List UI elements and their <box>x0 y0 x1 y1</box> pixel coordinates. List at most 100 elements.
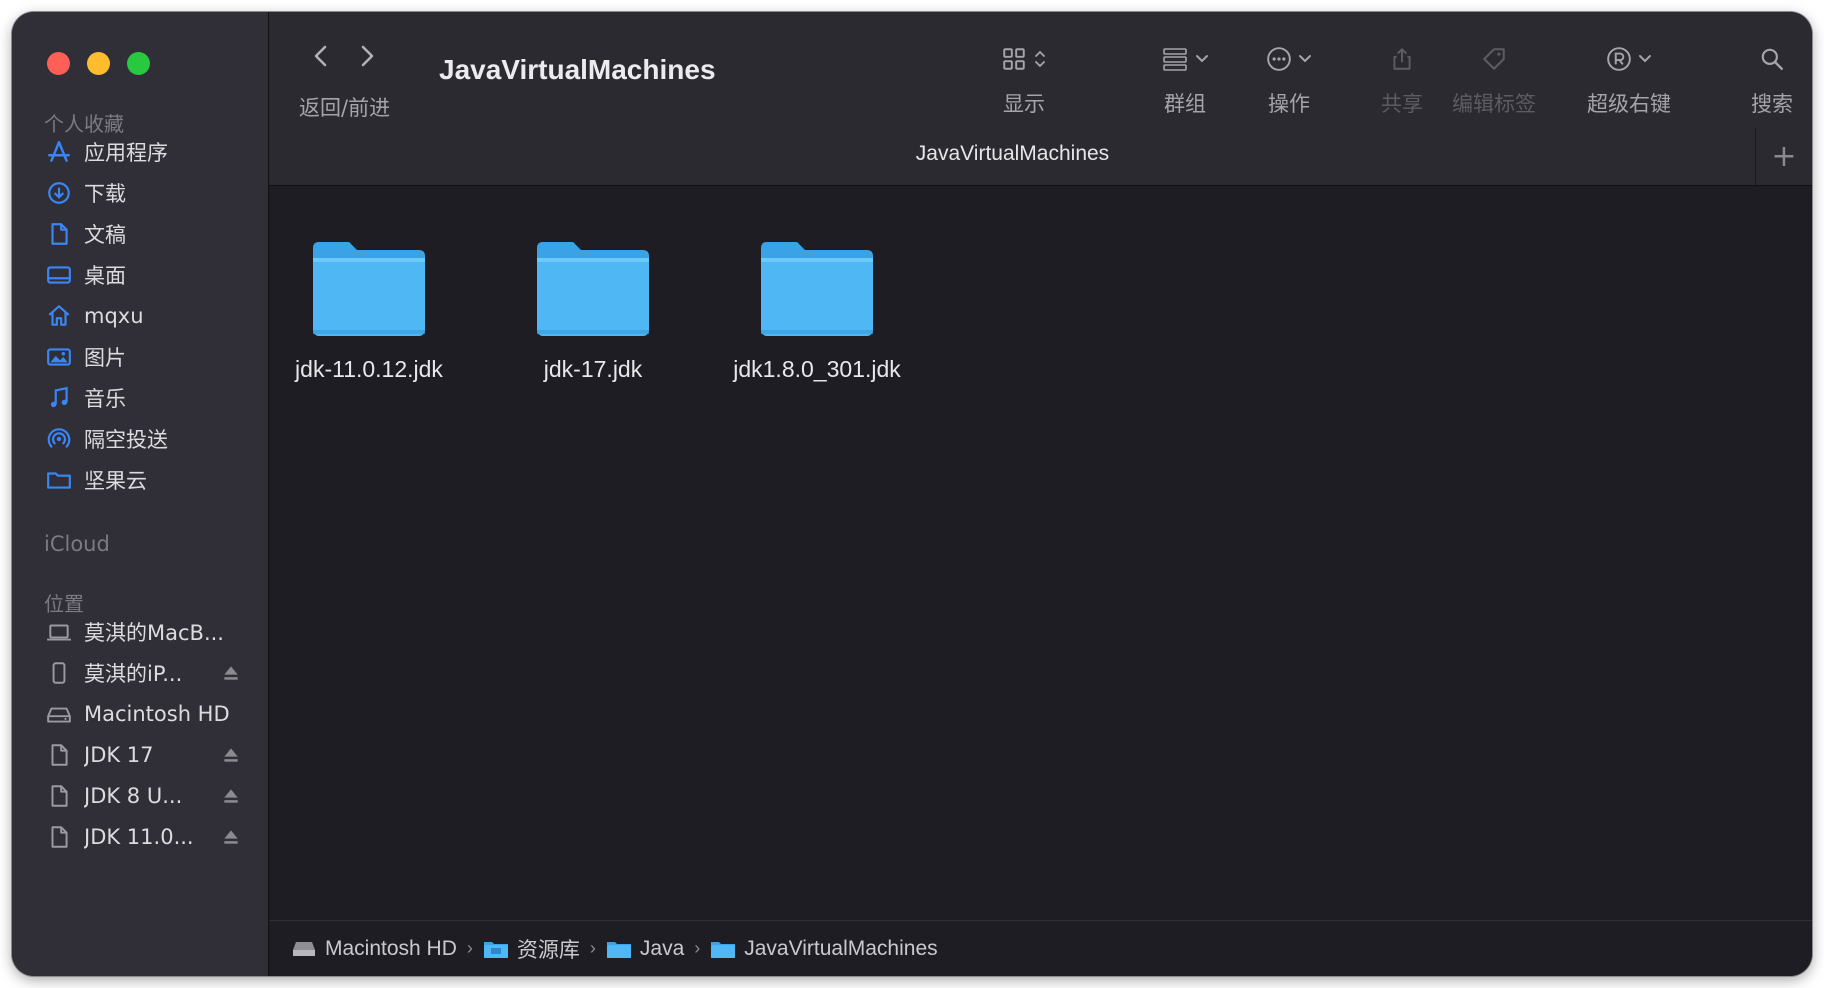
window-title: JavaVirtualMachines <box>439 54 716 85</box>
folder-icon <box>313 242 425 336</box>
folder-icon <box>761 242 873 336</box>
sidebar-item-label: 文稿 <box>84 223 126 247</box>
sidebar-item-downloads[interactable]: 下载 <box>44 173 254 213</box>
chevron-down-icon <box>1196 55 1208 63</box>
laptop-icon <box>44 619 74 645</box>
sidebar-item-pictures[interactable]: 图片 <box>44 337 254 377</box>
sidebar: 个人收藏 应用程序 下载 文稿 桌面 mqxu 图片 音乐 隔空投送 坚果云 i… <box>12 12 269 976</box>
group-label: 群组 <box>1164 92 1206 116</box>
sidebar-item-label: 莫淇的MacB... <box>84 621 224 645</box>
drive-icon <box>293 941 315 956</box>
path-item-label: Macintosh HD <box>325 936 457 960</box>
sidebar-item-label: Macintosh HD <box>84 702 230 726</box>
edit-tags-button[interactable]: 编辑标签 <box>1439 42 1549 118</box>
forward-chevron-icon[interactable] <box>355 42 379 70</box>
file-name: jdk-17.jdk <box>543 356 643 382</box>
eject-icon[interactable] <box>220 744 242 766</box>
sidebar-item-music[interactable]: 音乐 <box>44 378 254 418</box>
sidebar-item-applications[interactable]: 应用程序 <box>44 132 254 172</box>
icloud-header[interactable]: iCloud <box>44 532 110 556</box>
sidebar-item-label: JDK 11.0... <box>84 825 194 849</box>
sidebar-item-label: 莫淇的iP... <box>84 662 183 686</box>
file-name: jdk1.8.0_301.jdk <box>733 356 901 382</box>
sidebar-item-desktop[interactable]: 桌面 <box>44 255 254 295</box>
search-icon <box>1761 48 1783 70</box>
window-controls <box>47 52 150 75</box>
sidebar-item-documents[interactable]: 文稿 <box>44 214 254 254</box>
disk-image-icon <box>44 783 74 809</box>
tab-bar: JavaVirtualMachines + <box>269 128 1812 186</box>
sidebar-item-label: mqxu <box>84 304 144 328</box>
path-item-macintosh-hd[interactable]: Macintosh HD <box>291 937 457 961</box>
folder-icon <box>537 242 649 336</box>
toolbar: 返回/前进 JavaVirtualMachines 显示 群组 操作 共享 编辑… <box>269 12 1812 128</box>
drive-icon <box>44 701 74 727</box>
path-item-label: Java <box>639 936 685 960</box>
search-button[interactable]: 搜索 <box>1742 42 1802 118</box>
back-chevron-icon[interactable] <box>309 42 333 70</box>
new-tab-button[interactable]: + <box>1755 128 1812 185</box>
path-item-javavirtualmachines[interactable]: JavaVirtualMachines <box>710 936 938 961</box>
pictures-icon <box>44 344 74 370</box>
sidebar-item-macintosh-hd[interactable]: Macintosh HD <box>44 694 254 734</box>
search-label: 搜索 <box>1751 92 1793 116</box>
path-bar: Macintosh HD › 资源库 › Java › JavaVirtualM… <box>269 920 1812 976</box>
music-icon <box>44 385 74 411</box>
folder-item[interactable]: jdk1.8.0_301.jdk <box>717 234 917 383</box>
eject-icon[interactable] <box>220 662 242 684</box>
sidebar-item-macbook[interactable]: 莫淇的MacB... <box>44 612 254 652</box>
phone-icon <box>44 660 74 686</box>
sidebar-item-iphone[interactable]: 莫淇的iP... <box>44 653 254 693</box>
updown-chevron-icon <box>1035 50 1045 68</box>
airdrop-icon <box>44 426 74 452</box>
action-label: 操作 <box>1268 92 1310 116</box>
grid-view-icon <box>1003 48 1025 70</box>
sidebar-item-jianguoyun[interactable]: 坚果云 <box>44 460 254 500</box>
finder-window: 个人收藏 应用程序 下载 文稿 桌面 mqxu 图片 音乐 隔空投送 坚果云 i… <box>12 12 1812 976</box>
sidebar-item-jdk17[interactable]: JDK 17 <box>44 735 254 775</box>
sidebar-item-label: 桌面 <box>84 264 126 288</box>
eject-icon[interactable] <box>220 785 242 807</box>
registered-icon <box>1607 47 1631 71</box>
folder-icon <box>711 941 736 958</box>
path-item-library[interactable]: 资源库 <box>483 934 580 964</box>
sidebar-item-label: 应用程序 <box>84 141 168 165</box>
applications-icon <box>44 139 74 165</box>
sidebar-item-home[interactable]: mqxu <box>44 296 254 336</box>
share-button[interactable]: 共享 <box>1367 42 1437 118</box>
sidebar-item-label: 隔空投送 <box>84 428 168 452</box>
eject-icon[interactable] <box>220 826 242 848</box>
tab-javavirtualmachines[interactable]: JavaVirtualMachines <box>269 142 1756 166</box>
folder-icon <box>606 941 631 958</box>
sidebar-item-jdk8[interactable]: JDK 8 U... <box>44 776 254 816</box>
action-button[interactable]: 操作 <box>1239 42 1339 118</box>
share-label: 共享 <box>1381 92 1423 116</box>
folder-icon <box>44 467 74 493</box>
group-button[interactable]: 群组 <box>1135 42 1235 118</box>
disk-image-icon <box>44 742 74 768</box>
sidebar-item-label: 坚果云 <box>84 469 147 493</box>
sidebar-item-jdk11[interactable]: JDK 11.0... <box>44 817 254 857</box>
sidebar-item-label: 下载 <box>84 182 126 206</box>
nav-buttons <box>309 42 379 70</box>
file-browser: jdk-11.0.12.jdk jdk-17.jdk jdk1.8.0_301.… <box>269 186 1812 920</box>
group-icon <box>1163 48 1187 71</box>
path-item-label: 资源库 <box>516 938 580 962</box>
super-right-click-button[interactable]: 超级右键 <box>1574 42 1684 118</box>
chevron-down-icon <box>1639 55 1651 63</box>
close-button[interactable] <box>47 52 70 75</box>
view-button[interactable]: 显示 <box>974 42 1074 118</box>
path-item-java[interactable]: Java <box>606 937 684 961</box>
view-label: 显示 <box>1003 92 1045 116</box>
sidebar-item-airdrop[interactable]: 隔空投送 <box>44 419 254 459</box>
folder-item[interactable]: jdk-17.jdk <box>493 234 693 383</box>
chevron-down-icon <box>1299 55 1311 63</box>
sidebar-item-label: 图片 <box>84 346 126 370</box>
folder-item[interactable]: jdk-11.0.12.jdk <box>269 234 469 383</box>
path-separator: › <box>694 938 701 958</box>
minimize-button[interactable] <box>87 52 110 75</box>
path-item-label: JavaVirtualMachines <box>744 936 938 960</box>
path-separator: › <box>589 938 596 958</box>
zoom-button[interactable] <box>127 52 150 75</box>
share-icon <box>1393 48 1411 70</box>
